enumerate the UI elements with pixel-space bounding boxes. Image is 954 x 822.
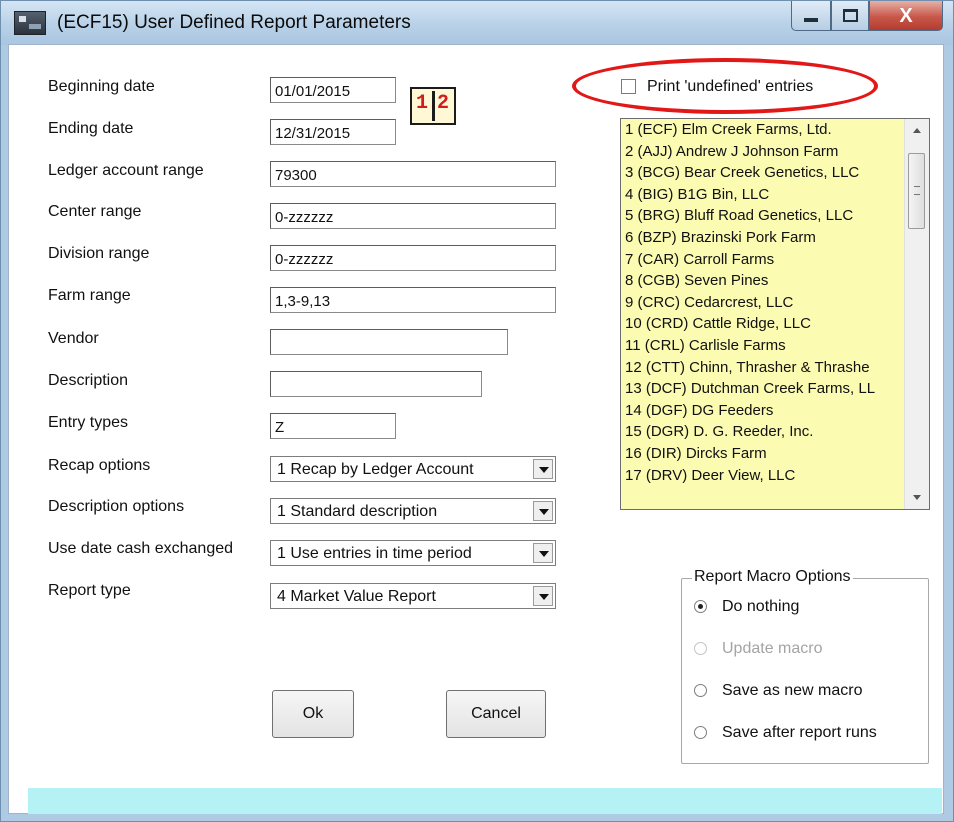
chevron-down-icon[interactable] [533,543,553,563]
use-date-cash-exchanged-value: 1 Use entries in time period [277,545,472,562]
beginning-date-field[interactable]: 01/01/2015 [270,77,396,103]
scroll-thumb[interactable] [908,153,925,229]
farm-range-label: Farm range [48,287,131,304]
list-item[interactable]: 16 (DIR) Dircks Farm [625,445,767,462]
scroll-down-icon[interactable] [905,487,929,509]
farm-range-field[interactable]: 1,3-9,13 [270,287,556,313]
recap-options-select[interactable]: 1 Recap by Ledger Account [270,456,556,482]
farm-listbox[interactable]: 1 (ECF) Elm Creek Farms, Ltd. 2 (AJJ) And… [620,118,930,510]
list-item[interactable]: 5 (BRG) Bluff Road Genetics, LLC [625,207,853,224]
list-item[interactable]: 8 (CGB) Seven Pines [625,272,768,289]
report-type-label: Report type [48,582,131,599]
radio-icon[interactable] [694,642,707,655]
report-type-value: 4 Market Value Report [277,588,436,605]
report-macro-options-title: Report Macro Options [692,568,853,586]
radio-icon[interactable] [694,684,707,697]
description-options-value: 1 Standard description [277,503,438,520]
chevron-down-icon[interactable] [533,586,553,606]
description-field[interactable] [270,371,482,397]
list-item[interactable]: 3 (BCG) Bear Creek Genetics, LLC [625,164,859,181]
window-title: (ECF15) User Defined Report Parameters [57,12,411,33]
vendor-label: Vendor [48,330,99,347]
list-item[interactable]: 10 (CRD) Cattle Ridge, LLC [625,315,811,332]
recap-options-label: Recap options [48,457,151,474]
list-item[interactable]: 15 (DGR) D. G. Reeder, Inc. [625,423,813,440]
use-date-cash-exchanged-label: Use date cash exchanged [48,540,234,557]
description-label: Description [48,372,129,389]
division-range-field[interactable]: 0-zzzzzz [270,245,556,271]
entry-types-label: Entry types [48,414,129,431]
list-item[interactable]: 1 (ECF) Elm Creek Farms, Ltd. [625,121,832,138]
list-item[interactable]: 9 (CRC) Cedarcrest, LLC [625,294,793,311]
center-range-field[interactable]: 0-zzzzzz [270,203,556,229]
list-item[interactable]: 17 (DRV) Deer View, LLC [625,467,795,484]
list-item[interactable]: 14 (DGF) DG Feeders [625,402,773,419]
list-item[interactable]: 11 (CRL) Carlisle Farms [625,337,786,354]
list-scrollbar[interactable] [904,119,929,509]
calendar-icon [432,91,435,121]
list-item[interactable]: 2 (AJJ) Andrew J Johnson Farm [625,143,838,160]
beginning-date-label: Beginning date [48,78,155,95]
close-icon: X [899,4,913,27]
minimize-button[interactable] [791,1,831,31]
close-button[interactable]: X [869,1,943,31]
radio-icon[interactable] [694,726,707,739]
list-item[interactable]: 13 (DCF) Dutchman Creek Farms, LL [625,380,875,397]
description-options-select[interactable]: 1 Standard description [270,498,556,524]
chevron-down-icon[interactable] [533,501,553,521]
cancel-button[interactable]: Cancel [446,690,546,738]
recap-options-value: 1 Recap by Ledger Account [277,461,474,478]
status-strip [28,788,942,814]
macro-option-label: Save after report runs [722,724,877,741]
radio-icon[interactable] [694,600,707,613]
description-options-label: Description options [48,498,185,515]
minimize-icon [804,17,818,22]
highlight-annotation-ellipse [572,58,878,114]
scroll-up-icon[interactable] [905,119,929,141]
entry-types-field[interactable]: Z [270,413,396,439]
use-date-cash-exchanged-select[interactable]: 1 Use entries in time period [270,540,556,566]
maximize-icon [842,9,858,22]
division-range-label: Division range [48,245,150,262]
list-item[interactable]: 12 (CTT) Chinn, Thrasher & Thrashe [625,359,870,376]
report-type-select[interactable]: 4 Market Value Report [270,583,556,609]
date-range-calendar-button[interactable] [410,87,456,125]
ending-date-field[interactable]: 12/31/2015 [270,119,396,145]
center-range-label: Center range [48,203,142,220]
list-item[interactable]: 6 (BZP) Brazinski Pork Farm [625,229,816,246]
maximize-button[interactable] [831,1,869,31]
ledger-account-range-label: Ledger account range [48,162,204,179]
title-bar[interactable]: (ECF15) User Defined Report Parameters X [1,1,953,45]
ending-date-label: Ending date [48,120,134,137]
list-item[interactable]: 7 (CAR) Carroll Farms [625,251,774,268]
chevron-down-icon[interactable] [533,459,553,479]
macro-option-label: Do nothing [722,598,800,615]
list-item[interactable]: 4 (BIG) B1G Bin, LLC [625,186,769,203]
macro-option-label: Update macro [722,640,823,657]
ok-button[interactable]: Ok [272,690,354,738]
macro-option-label: Save as new macro [722,682,863,699]
app-icon[interactable] [14,11,46,35]
vendor-field[interactable] [270,329,508,355]
ledger-account-range-field[interactable]: 79300 [270,161,556,187]
